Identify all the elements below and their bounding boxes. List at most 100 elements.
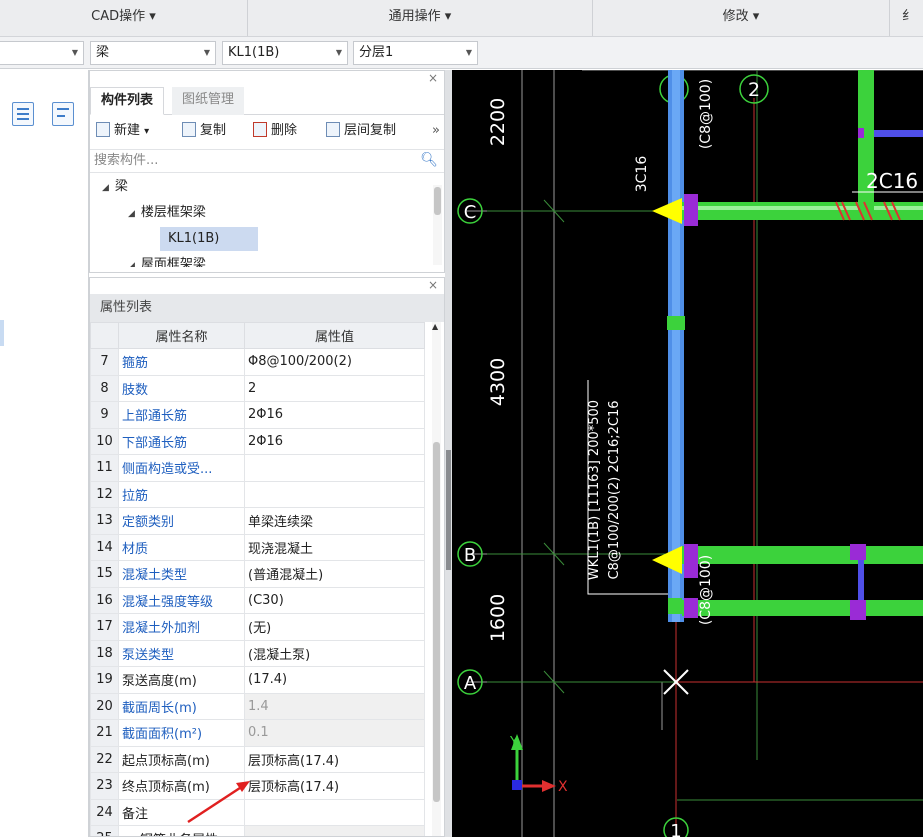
floor-copy-button[interactable]: 层间复制 xyxy=(326,121,396,143)
splitter-grip[interactable] xyxy=(446,450,451,570)
property-value[interactable]: 层顶标高(17.4) xyxy=(244,772,425,800)
new-button[interactable]: 新建 ▾ xyxy=(96,121,149,143)
row-number: 23 xyxy=(90,772,119,800)
floor-selector[interactable]: ▼ xyxy=(0,41,84,65)
property-name: 混凝土类型 xyxy=(118,560,245,588)
property-value[interactable]: 层顶标高(17.4) xyxy=(244,745,425,773)
tree-node-roof-frame-beam[interactable]: ◢ 屋面框架梁 xyxy=(128,253,206,267)
cad-drawing-canvas[interactable]: 1 2 C B A 1 2200 4300 1600 xyxy=(452,70,923,837)
scroll-thumb[interactable] xyxy=(434,187,441,215)
property-value[interactable] xyxy=(244,825,425,836)
property-name: 起点顶标高(m) xyxy=(118,745,245,773)
ribbon-bar: CAD操作 ▾ 通用操作 ▾ 修改 ▾ 纟 xyxy=(0,0,923,37)
tab-component-list[interactable]: 构件列表 xyxy=(90,87,165,115)
table-row[interactable]: 19 泵送高度(m) (17.4) xyxy=(90,666,425,694)
property-value[interactable]: (普通混凝土) xyxy=(244,560,425,588)
close-icon[interactable]: × xyxy=(428,71,438,85)
header-number xyxy=(90,322,119,349)
copy-button[interactable]: 复制 xyxy=(182,121,226,143)
property-value[interactable]: (17.4) xyxy=(244,666,425,694)
panel-splitter[interactable] xyxy=(445,70,452,837)
beams xyxy=(667,70,923,622)
property-value[interactable]: (无) xyxy=(244,613,425,641)
table-row[interactable]: 13 定额类别 单梁连续梁 xyxy=(90,507,425,535)
search-input[interactable]: 搜索构件... xyxy=(94,153,158,168)
component-selector[interactable]: KL1(1B) ▼ xyxy=(222,41,348,65)
property-name: 混凝土外加剂 xyxy=(118,613,245,641)
table-row[interactable]: 12 拉筋 xyxy=(90,480,425,508)
ribbon-group-common[interactable]: 通用操作 ▾ xyxy=(248,0,593,36)
layer-selector[interactable]: 分层1 ▼ xyxy=(353,41,478,65)
property-name: 材质 xyxy=(118,533,245,561)
property-value[interactable] xyxy=(244,798,425,826)
beam-label-line2: C8@100/200(2) 2C16;2C16 xyxy=(607,400,622,579)
scroll-thumb[interactable] xyxy=(433,442,440,802)
table-row[interactable]: 18 泵送类型 (混凝土泵) xyxy=(90,639,425,667)
search-bar[interactable]: 搜索构件... 🔍︎ xyxy=(90,149,444,173)
property-value[interactable]: (混凝土泵) xyxy=(244,639,425,667)
table-row[interactable]: 16 混凝土强度等级 (C30) xyxy=(90,586,425,614)
ribbon-group-cad[interactable]: CAD操作 ▾ xyxy=(0,0,248,36)
table-row[interactable]: 11 侧面构造或受... xyxy=(90,454,425,482)
property-value[interactable]: 现浇混凝土 xyxy=(244,533,425,561)
table-row[interactable]: 24 备注 xyxy=(90,798,425,826)
property-value[interactable]: 2Φ16 xyxy=(244,427,425,455)
beam-label-line1: WKL1(1B) [11163] 200*500 xyxy=(587,400,602,580)
rebar-label-3c16: 3C16 xyxy=(634,156,650,193)
table-row[interactable]: 14 材质 现浇混凝土 xyxy=(90,533,425,561)
table-row[interactable]: 7 箍筋 Φ8@100/200(2) xyxy=(90,348,425,376)
tree-node-kl1[interactable]: KL1(1B) xyxy=(160,227,258,251)
scroll-up-icon[interactable]: ▲ xyxy=(432,322,438,331)
tree-node-beam[interactable]: ◢ 梁 xyxy=(102,175,128,199)
property-value[interactable]: 2 xyxy=(244,374,425,402)
property-name-label: 拉筋 xyxy=(122,488,149,504)
table-row[interactable]: 20 截面周长(m) 1.4 xyxy=(90,692,425,720)
property-scrollbar[interactable]: ▲ xyxy=(432,322,441,836)
table-row[interactable]: 25+钢筋业务属性 xyxy=(90,825,425,836)
table-row[interactable]: 8 肢数 2 xyxy=(90,374,425,402)
property-name: 混凝土强度等级 xyxy=(118,586,245,614)
stirrup-label-top: (C8@100) xyxy=(698,79,714,149)
header-name: 属性名称 xyxy=(118,322,245,349)
property-value[interactable]: 单梁连续梁 xyxy=(244,507,425,535)
property-name-label: 钢筋业务属性 xyxy=(140,833,218,836)
ribbon-group-modify[interactable]: 修改 ▾ xyxy=(593,0,890,36)
property-value[interactable]: 0.1 xyxy=(244,719,425,747)
property-value[interactable] xyxy=(244,480,425,508)
property-panel: × 属性列表 属性名称 属性值 7 箍筋 Φ8@100/200(2) 8 肢数 2 9 上部通… xyxy=(89,277,445,837)
search-icon[interactable]: 🔍︎ xyxy=(420,149,438,171)
type-selector[interactable]: 梁 ▼ xyxy=(90,41,216,65)
new-file-icon xyxy=(96,122,110,137)
property-name: +钢筋业务属性 xyxy=(118,825,245,836)
property-value[interactable]: 2Φ16 xyxy=(244,401,425,429)
property-name: 泵送类型 xyxy=(118,639,245,667)
property-value[interactable]: (C30) xyxy=(244,586,425,614)
tab-drawing-management[interactable]: 图纸管理 xyxy=(172,87,245,115)
tree-node-floor-frame-beam[interactable]: ◢ 楼层框架梁 xyxy=(128,201,206,225)
header-value: 属性值 xyxy=(244,322,425,349)
property-value[interactable] xyxy=(244,454,425,482)
table-row[interactable]: 9 上部通长筋 2Φ16 xyxy=(90,401,425,429)
table-row[interactable]: 21 截面面积(m²) 0.1 xyxy=(90,719,425,747)
property-value[interactable]: 1.4 xyxy=(244,692,425,720)
row-number: 15 xyxy=(90,560,119,588)
more-button[interactable]: » xyxy=(432,121,440,143)
chevron-down-icon: ▼ xyxy=(335,48,342,57)
delete-button[interactable]: 删除 xyxy=(253,121,297,143)
table-row[interactable]: 10 下部通长筋 2Φ16 xyxy=(90,427,425,455)
property-value[interactable]: Φ8@100/200(2) xyxy=(244,348,425,376)
list-view-button[interactable] xyxy=(12,102,34,126)
table-row[interactable]: 15 混凝土类型 (普通混凝土) xyxy=(90,560,425,588)
stirrup-label-bottom: (C8@100) xyxy=(698,555,714,625)
table-row[interactable]: 17 混凝土外加剂 (无) xyxy=(90,613,425,641)
property-name: 拉筋 xyxy=(118,480,245,508)
property-table: 属性名称 属性值 7 箍筋 Φ8@100/200(2) 8 肢数 2 9 上部通长筋 2Φ16 1… xyxy=(90,322,425,836)
tree-scrollbar[interactable] xyxy=(433,185,442,265)
ribbon-group-partial[interactable]: 纟 xyxy=(890,0,923,36)
axis-label-2: 2 xyxy=(748,79,760,101)
close-icon[interactable]: × xyxy=(428,278,438,292)
property-name-label: 起点顶标高(m) xyxy=(122,753,210,769)
table-row[interactable]: 23 终点顶标高(m) 层顶标高(17.4) xyxy=(90,772,425,800)
table-row[interactable]: 22 起点顶标高(m) 层顶标高(17.4) xyxy=(90,745,425,773)
window-view-button[interactable] xyxy=(52,102,74,126)
